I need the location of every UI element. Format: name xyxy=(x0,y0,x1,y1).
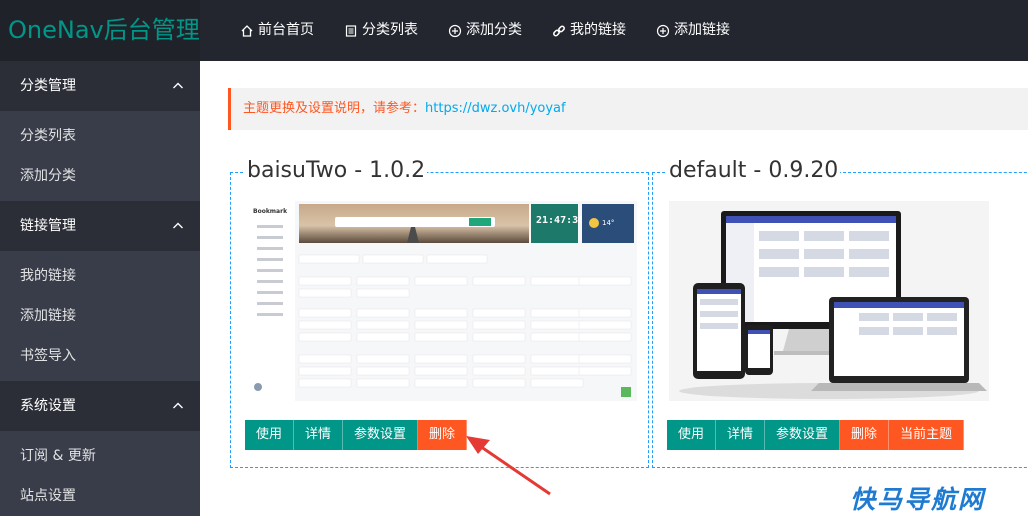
settings-button[interactable]: 参数设置 xyxy=(343,420,419,450)
sidebar-group-settings[interactable]: 系统设置 xyxy=(0,381,200,431)
nav-add-category-label: 添加分类 xyxy=(466,22,522,38)
chevron-up-icon xyxy=(173,82,183,89)
watermark: 快马导航网 xyxy=(850,485,986,514)
sidebar-group-category[interactable]: 分类管理 xyxy=(0,61,200,111)
notice-text: 主题更换及设置说明，请参考： xyxy=(243,101,426,116)
theme-title: baisuTwo - 1.0.2 xyxy=(245,158,428,184)
chevron-up-icon xyxy=(173,402,183,409)
delete-button[interactable]: 删除 xyxy=(840,420,890,450)
details-button[interactable]: 详情 xyxy=(716,420,766,450)
sidebar-group-label: 链接管理 xyxy=(20,218,76,234)
link-icon xyxy=(553,25,565,36)
nav-add-link[interactable]: 添加链接 xyxy=(641,0,745,61)
sidebar-item-add-category[interactable]: 添加分类 xyxy=(0,156,200,196)
sidebar-item-my-links[interactable]: 我的链接 xyxy=(0,256,200,296)
svg-text:14°: 14° xyxy=(602,219,614,227)
annotation-arrow-icon xyxy=(466,436,551,496)
sidebar-group-label: 分类管理 xyxy=(20,78,76,94)
nav-my-links[interactable]: 我的链接 xyxy=(537,0,641,61)
chevron-up-icon xyxy=(173,222,183,229)
notice-link[interactable]: https://dwz.ovh/yoyaf xyxy=(425,101,566,116)
top-bar: OneNav后台管理 前台首页 分类列表 添加分类 我的链接 添加链接 xyxy=(0,0,1028,61)
nav-home-label: 前台首页 xyxy=(258,22,314,38)
nav-category-list-label: 分类列表 xyxy=(362,22,418,38)
sidebar-group-label: 系统设置 xyxy=(20,398,76,414)
theme-card-baisutwo: baisuTwo - 1.0.2 Bookmark 21:47:36 14° 使… xyxy=(230,158,649,468)
theme-preview-default xyxy=(669,201,989,401)
sidebar-item-subscribe-update[interactable]: 订阅 & 更新 xyxy=(0,436,200,476)
use-button[interactable]: 使用 xyxy=(245,420,295,450)
nav-home[interactable]: 前台首页 xyxy=(225,0,329,61)
top-nav: 前台首页 分类列表 添加分类 我的链接 添加链接 xyxy=(225,0,745,61)
theme-card-default: default - 0.9.20 使用 详情 参数设置 删除 当前主题 xyxy=(652,158,1028,468)
plus-circle-icon xyxy=(656,24,670,37)
nav-my-links-label: 我的链接 xyxy=(570,22,626,38)
nav-category-list[interactable]: 分类列表 xyxy=(329,0,433,61)
nav-add-category[interactable]: 添加分类 xyxy=(433,0,537,61)
home-icon xyxy=(241,24,253,37)
sidebar-item-category-list[interactable]: 分类列表 xyxy=(0,116,200,156)
theme-notice: 主题更换及设置说明，请参考：https://dwz.ovh/yoyaf xyxy=(228,88,1028,130)
sidebar: 分类管理 分类列表 添加分类 链接管理 我的链接 添加链接 书签导入 系统设置 … xyxy=(0,61,200,516)
plus-circle-icon xyxy=(448,24,462,37)
main-content: 主题更换及设置说明，请参考：https://dwz.ovh/yoyaf bais… xyxy=(200,61,1028,516)
theme-actions: 使用 详情 参数设置 删除 当前主题 xyxy=(667,420,965,450)
details-button[interactable]: 详情 xyxy=(294,420,344,450)
svg-text:21:47:36: 21:47:36 xyxy=(536,215,584,226)
sidebar-item-site-settings[interactable]: 站点设置 xyxy=(0,476,200,516)
sidebar-item-add-link[interactable]: 添加链接 xyxy=(0,296,200,336)
current-theme-button[interactable]: 当前主题 xyxy=(889,420,965,450)
settings-button[interactable]: 参数设置 xyxy=(765,420,841,450)
sidebar-item-bookmark-import[interactable]: 书签导入 xyxy=(0,336,200,376)
use-button[interactable]: 使用 xyxy=(667,420,717,450)
theme-actions: 使用 详情 参数设置 删除 xyxy=(245,420,468,450)
app-logo[interactable]: OneNav后台管理 xyxy=(0,0,200,61)
list-icon xyxy=(345,24,357,37)
theme-preview-baisutwo: Bookmark 21:47:36 14° xyxy=(247,201,637,401)
svg-text:Bookmark: Bookmark xyxy=(253,208,288,215)
theme-title: default - 0.9.20 xyxy=(667,158,841,184)
sidebar-group-links[interactable]: 链接管理 xyxy=(0,201,200,251)
nav-add-link-label: 添加链接 xyxy=(674,22,730,38)
